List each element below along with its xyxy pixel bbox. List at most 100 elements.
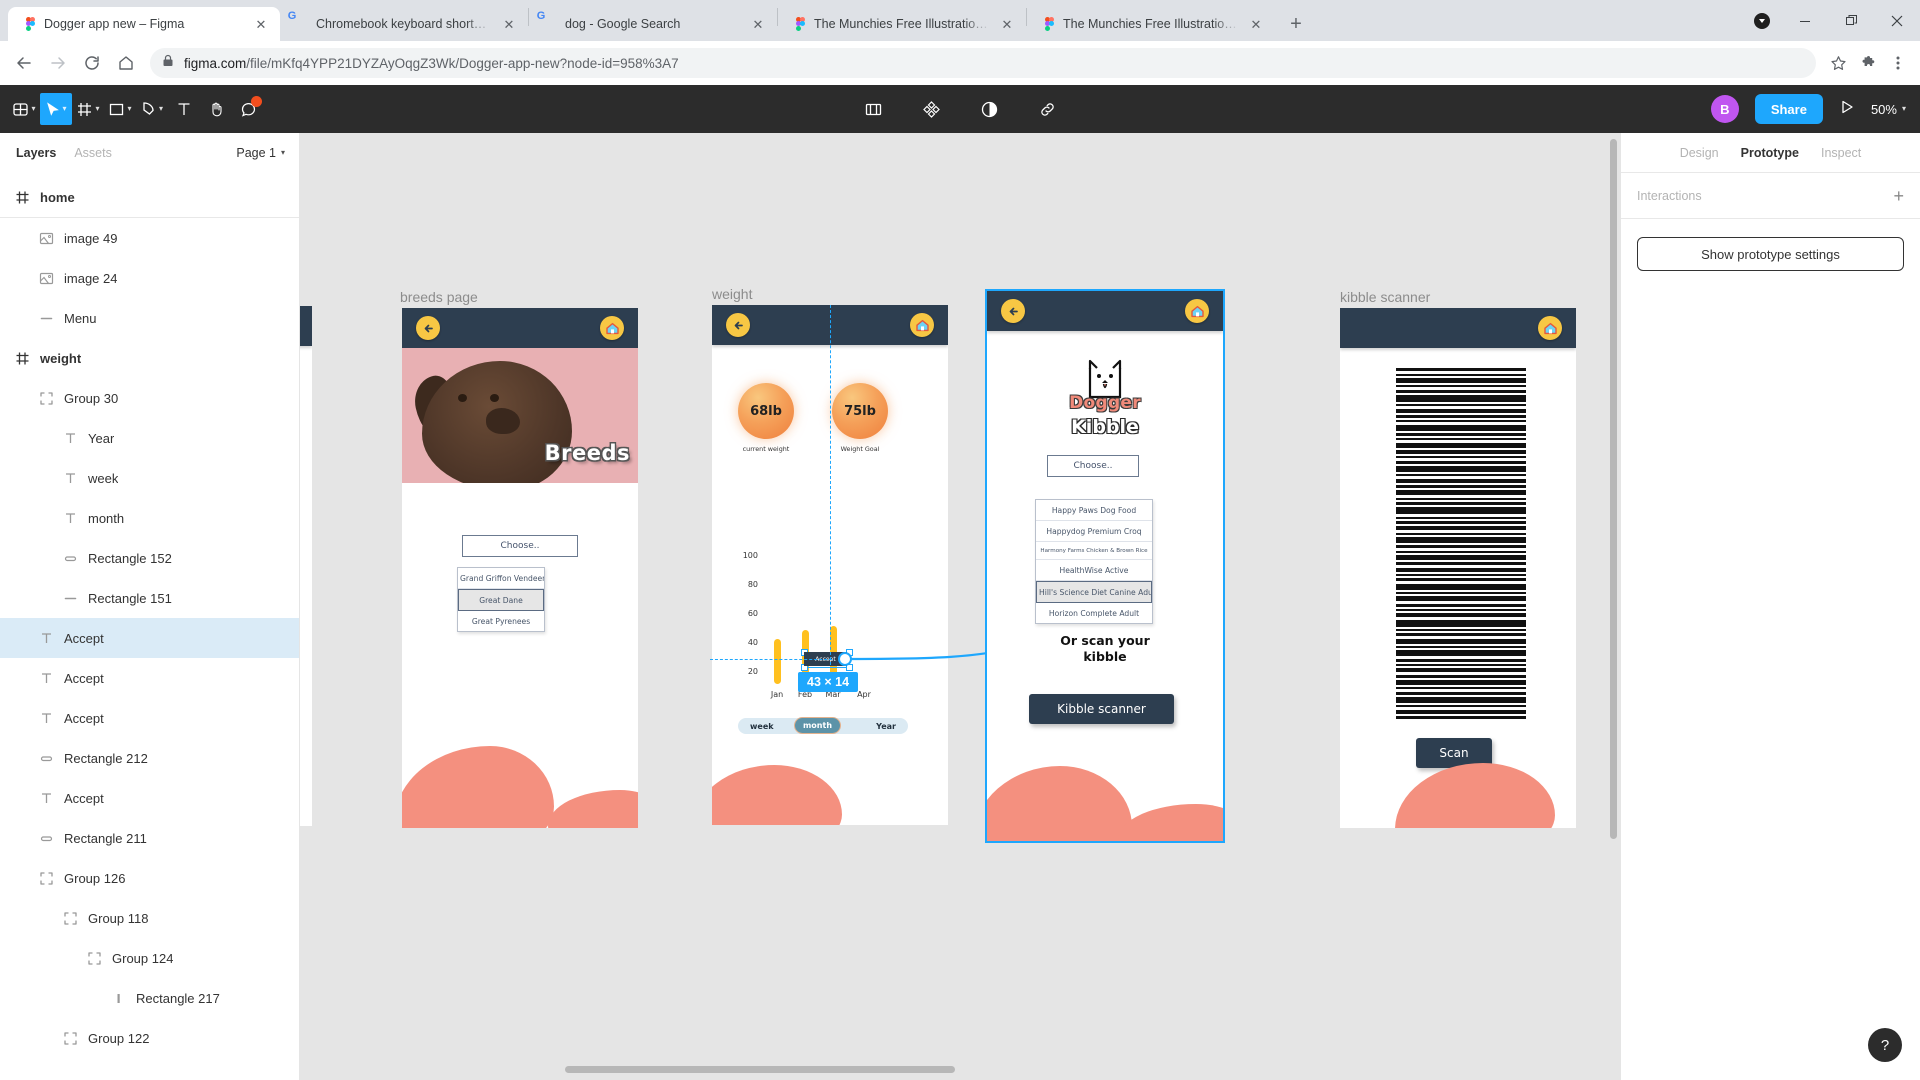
share-button[interactable]: Share (1754, 94, 1823, 124)
plugins-button[interactable] (915, 93, 947, 125)
list-item[interactable]: Harmony Farms Chicken & Brown Rice (1036, 542, 1152, 560)
layer-row-image-49[interactable]: image 49 (0, 218, 299, 258)
home-circle-icon[interactable] (1185, 299, 1209, 323)
reload-icon[interactable] (76, 47, 108, 79)
close-icon[interactable]: ✕ (1247, 15, 1265, 33)
list-item[interactable]: Horizon Complete Adult (1036, 603, 1152, 623)
layer-row-group-124[interactable]: Group 124 (0, 938, 299, 978)
list-item[interactable]: Grand Griffon Vendeen (458, 568, 544, 589)
browser-tab-2[interactable]: dog - Google Search ✕ (529, 7, 777, 41)
back-arrow-circle-icon[interactable] (416, 316, 440, 340)
layer-row-accept[interactable]: Accept (0, 698, 299, 738)
minimize-button[interactable] (1782, 0, 1828, 41)
main-menu-button[interactable]: ▾ (8, 93, 40, 125)
close-icon[interactable]: ✕ (998, 15, 1016, 33)
layer-row-group-30[interactable]: Group 30 (0, 378, 299, 418)
browser-tab-3[interactable]: The Munchies Free Illustrations - ✕ (778, 7, 1026, 41)
pen-tool-button[interactable]: ▾ (136, 93, 168, 125)
forward-arrow-icon[interactable] (42, 47, 74, 79)
list-item[interactable]: Hill's Science Diet Canine Adult (1036, 581, 1152, 603)
close-window-button[interactable] (1874, 0, 1920, 41)
kibble-option-list[interactable]: Happy Paws Dog Food Happydog Premium Cro… (1035, 499, 1153, 624)
canvas-horizontal-scrollbar[interactable] (300, 1066, 1620, 1076)
back-arrow-icon[interactable] (8, 47, 40, 79)
breed-option-list[interactable]: Grand Griffon Vendeen Great Dane Great P… (457, 567, 545, 632)
contrast-circle-icon[interactable] (973, 93, 1005, 125)
layer-row-group-126[interactable]: Group 126 (0, 858, 299, 898)
back-arrow-circle-icon[interactable] (1001, 299, 1025, 323)
url-bar[interactable]: figma.com/file/mKfq4YPP21DYZAyOqgZ3Wk/Do… (150, 48, 1816, 78)
layer-row-rectangle-152[interactable]: Rectangle 152 (0, 538, 299, 578)
frame-tool-button[interactable]: ▾ (72, 93, 104, 125)
layer-list[interactable]: home image 49 image 24 Menu weight Group 30 Ye… (0, 173, 299, 1080)
scrollbar-thumb[interactable] (565, 1066, 955, 1073)
canvas-vertical-scrollbar[interactable] (1610, 139, 1617, 839)
star-icon[interactable] (1824, 49, 1852, 77)
segment-week[interactable]: week (750, 722, 774, 731)
layer-row-rectangle-151[interactable]: Rectangle 151 (0, 578, 299, 618)
tab-prototype[interactable]: Prototype (1741, 146, 1799, 160)
frame-breeds-page[interactable]: Breeds Choose.. Grand Griffon Vendeen Gr… (402, 308, 638, 828)
segment-year[interactable]: Year (876, 722, 896, 731)
layer-row-rectangle-217[interactable]: Rectangle 217 (0, 978, 299, 1018)
design-canvas[interactable]: ← 🏠 breeds page (300, 133, 1620, 1080)
profile-avatar-icon[interactable] (1748, 7, 1776, 35)
scan-button[interactable]: Scan (1416, 738, 1492, 768)
layer-row-home[interactable]: home (0, 177, 299, 217)
kibble-choose-dropdown[interactable]: Choose.. (1047, 455, 1139, 477)
play-triangle-icon[interactable] (1839, 99, 1855, 120)
breed-choose-dropdown[interactable]: Choose.. (462, 535, 578, 557)
close-icon[interactable]: ✕ (252, 15, 270, 33)
hand-tool-button[interactable] (200, 93, 232, 125)
tab-layers[interactable]: Layers (16, 146, 56, 160)
segment-month[interactable]: month (794, 717, 841, 734)
frame-kibble-scanner[interactable]: Scan (1340, 308, 1576, 828)
list-item[interactable]: HealthWise Active (1036, 560, 1152, 581)
layer-row-rectangle-212[interactable]: Rectangle 212 (0, 738, 299, 778)
help-button[interactable]: ? (1868, 1028, 1902, 1062)
list-item[interactable]: Happy Paws Dog Food (1036, 500, 1152, 521)
three-dot-menu-icon[interactable] (1884, 49, 1912, 77)
avatar[interactable]: B (1710, 95, 1739, 123)
kibble-scanner-button[interactable]: Kibble scanner (1029, 694, 1174, 724)
comment-tool-button[interactable] (232, 93, 264, 125)
show-prototype-settings-button[interactable]: Show prototype settings (1637, 237, 1904, 271)
puzzle-piece-icon[interactable] (1854, 49, 1882, 77)
text-tool-button[interactable] (168, 93, 200, 125)
browser-tab-0[interactable]: Dogger app new – Figma ✕ (8, 7, 280, 41)
frame-kibble[interactable]: Dogger Kibble Choose.. Happy Paws Dog Fo… (985, 289, 1225, 843)
browser-tab-1[interactable]: Chromebook keyboard shortcuts ✕ (280, 7, 528, 41)
layer-row-month[interactable]: month (0, 498, 299, 538)
browser-tab-4[interactable]: The Munchies Free Illustrations ( ✕ (1027, 7, 1275, 41)
link-chain-icon[interactable] (1031, 93, 1063, 125)
close-icon[interactable]: ✕ (749, 15, 767, 33)
layer-row-accept[interactable]: Accept (0, 778, 299, 818)
layer-row-menu[interactable]: Menu (0, 298, 299, 338)
layer-row-year[interactable]: Year (0, 418, 299, 458)
layer-row-group-118[interactable]: Group 118 (0, 898, 299, 938)
layer-row-accept[interactable]: Accept (0, 658, 299, 698)
zoom-control[interactable]: 50% ▾ (1871, 102, 1906, 117)
tab-assets[interactable]: Assets (74, 146, 112, 160)
list-item[interactable]: Great Dane (458, 589, 544, 611)
page-selector[interactable]: Page 1 ▾ (236, 146, 285, 160)
home-circle-icon[interactable] (1538, 316, 1562, 340)
move-tool-button[interactable]: ▾ (40, 93, 72, 125)
home-circle-icon[interactable] (600, 316, 624, 340)
shape-tool-button[interactable]: ▾ (104, 93, 136, 125)
tab-inspect[interactable]: Inspect (1821, 146, 1861, 160)
layer-row-rectangle-211[interactable]: Rectangle 211 (0, 818, 299, 858)
maximize-button[interactable] (1828, 0, 1874, 41)
home-icon[interactable] (110, 47, 142, 79)
new-tab-button[interactable]: + (1281, 9, 1311, 39)
components-button[interactable] (857, 93, 889, 125)
layer-row-weight[interactable]: weight (0, 338, 299, 378)
list-item[interactable]: Happydog Premium Croq (1036, 521, 1152, 542)
tab-design[interactable]: Design (1680, 146, 1719, 160)
layer-row-group-122[interactable]: Group 122 (0, 1018, 299, 1058)
layer-row-week[interactable]: week (0, 458, 299, 498)
list-item[interactable]: Great Pyrenees (458, 611, 544, 631)
layer-row-accept[interactable]: Accept (0, 618, 299, 658)
layer-row-image-24[interactable]: image 24 (0, 258, 299, 298)
frame-partial-left[interactable]: ← 🏠 (300, 306, 312, 826)
